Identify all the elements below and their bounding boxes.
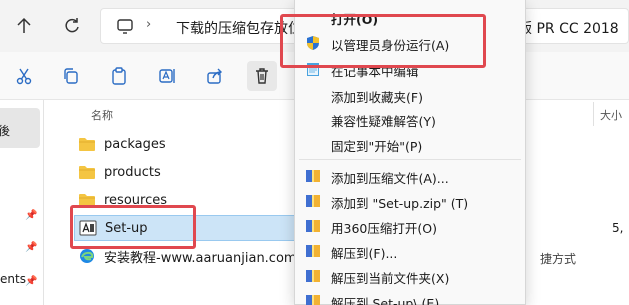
menu-item-label: 解压到当前文件夹(X) — [331, 271, 450, 286]
menu-item-label: 兼容性疑难解答(Y) — [331, 114, 436, 129]
folder-icon — [79, 194, 95, 207]
share-icon[interactable] — [203, 64, 227, 88]
menu-item-label: 解压到 Set-up\ (E) — [331, 296, 440, 305]
archive-icon — [306, 270, 320, 282]
cut-icon[interactable] — [12, 64, 36, 88]
list-item[interactable]: packages — [74, 131, 296, 157]
rename-icon[interactable] — [155, 64, 179, 88]
menu-item-open[interactable]: 打开(O) — [295, 4, 525, 30]
archive-icon — [306, 220, 320, 232]
column-separator[interactable] — [593, 102, 594, 126]
list-item[interactable]: products — [74, 159, 296, 185]
file-size: 5, — [612, 221, 624, 235]
file-type: 捷方式 — [540, 252, 577, 266]
menu-item-extract-to[interactable]: 解压到(F)... — [295, 238, 525, 264]
archive-icon — [306, 245, 320, 257]
menu-item-add-archive[interactable]: 添加到压缩文件(A)... — [295, 163, 525, 189]
list-item-selected[interactable]: Set-up — [74, 215, 296, 241]
menu-item-compat-troubleshoot[interactable]: 兼容性疑难解答(Y) — [295, 106, 525, 132]
menu-item-label: 添加到收藏夹(F) — [331, 90, 423, 105]
menu-item-extract-here[interactable]: 解压到当前文件夹(X) — [295, 263, 525, 289]
folder-icon — [79, 166, 95, 179]
menu-item-label: 打开(O) — [331, 12, 379, 27]
paste-icon[interactable] — [107, 64, 131, 88]
menu-item-label: 固定到"开始"(P) — [331, 139, 423, 154]
menu-item-open-360[interactable]: 用360压缩打开(O) — [295, 213, 525, 239]
folder-icon — [79, 138, 95, 151]
archive-icon — [306, 170, 320, 182]
column-size-header[interactable]: 大小 — [600, 107, 622, 123]
menu-item-label: 添加到 "Set-up.zip" (T) — [331, 196, 469, 211]
up-arrow-icon[interactable] — [14, 16, 34, 36]
monitor-icon — [116, 17, 134, 35]
menu-item-edit-notepad[interactable]: 在记事本中编辑 — [295, 56, 525, 82]
menu-separator — [299, 159, 521, 160]
list-item[interactable]: 安装教程-www.aaruanjian.com — [74, 243, 314, 269]
edge-shortcut-icon — [80, 249, 94, 263]
list-item[interactable]: resources — [74, 187, 296, 213]
refresh-icon[interactable] — [62, 16, 82, 36]
archive-icon — [306, 195, 320, 207]
breadcrumb-path-left[interactable]: 下载的压缩包存放位 — [176, 18, 294, 38]
pin-icon[interactable]: 📌 — [25, 210, 37, 222]
navigation-pane: 後 📌 📌 📌 ents — [0, 100, 44, 305]
context-menu: 打开(O) 以管理员身份运行(A) 在记事本中编辑 添加到收藏夹(F) 兼容性疑… — [294, 0, 526, 305]
file-name: resources — [104, 192, 168, 208]
file-name: products — [104, 164, 161, 180]
column-name-header[interactable]: 名称 — [91, 107, 113, 123]
menu-item-label: 以管理员身份运行(A) — [331, 38, 450, 53]
menu-item-label: 在记事本中编辑 — [331, 64, 419, 79]
breadcrumb-path-right[interactable]: 版 PR CC 2018 — [518, 18, 619, 38]
menu-item-extract-folder[interactable]: 解压到 Set-up\ (E) — [295, 288, 525, 305]
menu-item-add-favorites[interactable]: 添加到收藏夹(F) — [295, 82, 525, 108]
file-name: 安装教程-www.aaruanjian.com — [104, 250, 297, 266]
menu-item-label: 添加到压缩文件(A)... — [331, 171, 449, 186]
sidebar-item-label: 後 — [0, 124, 11, 138]
archive-icon — [306, 295, 320, 305]
sidebar-item-documents[interactable]: ents — [0, 272, 26, 286]
notepad-icon — [307, 63, 319, 76]
file-name: packages — [104, 136, 166, 152]
menu-item-label: 用360压缩打开(O) — [331, 221, 437, 236]
pin-icon[interactable]: 📌 — [25, 276, 37, 288]
pin-icon[interactable]: 📌 — [25, 242, 37, 254]
adobe-app-icon — [79, 220, 97, 236]
menu-item-run-as-admin[interactable]: 以管理员身份运行(A) — [295, 30, 525, 56]
shield-icon — [307, 36, 319, 50]
file-name: Set-up — [105, 220, 148, 236]
menu-item-add-zip[interactable]: 添加到 "Set-up.zip" (T) — [295, 188, 525, 214]
menu-item-pin-start[interactable]: 固定到"开始"(P) — [295, 131, 525, 157]
delete-icon[interactable] — [247, 61, 277, 91]
breadcrumb-chevron-icon[interactable]: › — [146, 17, 160, 35]
copy-icon[interactable] — [59, 64, 83, 88]
sidebar-item-selected[interactable]: 後 — [0, 108, 40, 148]
menu-item-label: 解压到(F)... — [331, 246, 398, 261]
